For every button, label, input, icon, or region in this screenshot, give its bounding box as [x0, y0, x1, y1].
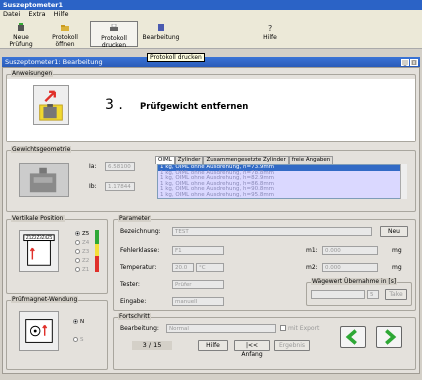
tab-oiml[interactable]: OIML [155, 156, 175, 164]
level-bar-green [95, 230, 99, 244]
folder-icon [61, 25, 69, 31]
new-test-icon [18, 23, 24, 31]
maximize-button[interactable]: □ [410, 59, 418, 66]
position-z4-radio[interactable]: Z4 [75, 240, 89, 246]
edit-icon [158, 24, 164, 31]
weigh-value-group: Wägewert Übernahme in [s] 5 Take [306, 278, 412, 306]
weight-list[interactable]: 1 kg, OIML ohne Ausdrehung, h=73.9mm 1 k… [157, 164, 407, 199]
print-protocol-button[interactable]: Protokoll drucken [90, 21, 138, 49]
start-button[interactable]: |<< Anfang [234, 340, 270, 358]
open-protocol-button[interactable]: Protokoll öffnen [42, 21, 88, 48]
arrow-left-icon [345, 329, 357, 345]
subwindow-title: Suszeptometer1: Bearbeitung _ □ [2, 57, 420, 67]
level-bar-yellow [95, 244, 99, 256]
tab-zylinder[interactable]: Zylinder [174, 156, 204, 164]
help-button[interactable]: ? Hilfe [258, 21, 282, 47]
minimize-button[interactable]: _ [401, 59, 409, 66]
position-group: Vertikale Position Z1Z2Z3Z4Z5 Z5 Z4 Z3 Z… [6, 215, 108, 294]
printer-icon [110, 24, 118, 31]
progress-group: Fortschritt Bearbeitung: Normal mit Expo… [113, 313, 416, 370]
next-step-button[interactable] [376, 326, 402, 348]
weigh-progress-field [311, 290, 365, 299]
main-panel: Anweisungen 3 . Prüfgewicht entfernen Ge… [2, 67, 420, 374]
tab-freie-angaben[interactable]: freie Angaben [288, 156, 334, 164]
new-test-button[interactable]: Neue Prüfung [2, 21, 40, 48]
window-title: Suszeptometer1 [0, 0, 422, 10]
bezeichnung-select[interactable]: TEST [172, 227, 372, 236]
position-z5-radio[interactable]: Z5 [75, 231, 89, 237]
weight-remove-icon [39, 90, 63, 121]
error-class-select[interactable]: F1 [172, 246, 224, 255]
position-z2-radio[interactable]: Z2 [75, 258, 89, 264]
instruction-text: Prüfgewicht entfernen [140, 102, 249, 112]
tab-zusammengesetzte-zylinder[interactable]: Zusammengesetzte Zylinder [203, 156, 289, 164]
oiml-weight-icon [29, 167, 57, 193]
menu-bar: Datei Extra Hilfe [0, 10, 422, 19]
step-counter: 3 / 15 [132, 341, 172, 350]
geometry-tabs: OIML Zylinder Zusammengesetzte Zylinder fre… [155, 155, 334, 164]
svg-text:?: ? [268, 24, 272, 32]
position-image: Z1Z2Z3Z4Z5 [19, 230, 59, 272]
help-action-button[interactable]: Hilfe [198, 340, 228, 351]
level-bar-red [95, 256, 99, 272]
weight-geometry-image [19, 163, 69, 197]
magnet-n-radio[interactable]: N [73, 319, 84, 325]
edit-button[interactable]: Bearbeitung [142, 21, 180, 47]
previous-step-button[interactable] [340, 326, 366, 348]
magnet-image [19, 311, 59, 351]
remove-weight-image [33, 85, 69, 125]
result-button[interactable]: Ergebnis [274, 340, 310, 351]
m2-field[interactable]: 0.000 [322, 263, 378, 272]
instructions-group: Anweisungen 3 . Prüfgewicht entfernen [6, 70, 416, 142]
menu-datei[interactable]: Datei [3, 10, 20, 18]
position-z3-radio[interactable]: Z3 [75, 249, 89, 255]
menu-extra[interactable]: Extra [28, 10, 45, 18]
position-z1-radio[interactable]: Z1 [75, 267, 89, 273]
list-scrollbar[interactable] [400, 164, 407, 199]
take-button[interactable]: Take [385, 289, 407, 300]
tester-field[interactable]: Prüfer [172, 280, 224, 289]
ib-field[interactable]: 1.17844 [105, 182, 135, 191]
menu-hilfe[interactable]: Hilfe [54, 10, 69, 18]
parameter-group: Parameter Bezeichnung: TEST Neu Fehlerkl… [113, 215, 416, 311]
m1-field[interactable]: 0.000 [322, 246, 378, 255]
geometry-group: Gewichtsgeometrie Ia: 6.58100 Ib: 1.1784… [6, 146, 416, 212]
temperature-unit-select[interactable]: °C [196, 263, 224, 272]
ia-field[interactable]: 6.58100 [105, 162, 135, 171]
input-mode-select[interactable]: manuell [172, 297, 224, 306]
processing-mode-select[interactable]: Normal [166, 324, 276, 333]
magnet-s-radio[interactable]: S [73, 337, 84, 343]
toolbar-tooltip: Protokoll drucken [147, 53, 205, 62]
weigh-seconds-field[interactable]: 5 [367, 290, 379, 299]
arrow-right-icon [385, 329, 397, 345]
step-number: 3 . [105, 97, 123, 113]
list-item[interactable]: 1 kg, OIML ohne Ausdrehung, h=95.8mm [158, 192, 406, 199]
new-button[interactable]: Neu [380, 226, 408, 237]
help-icon: ? [268, 24, 272, 32]
temperature-field[interactable]: 20.0 [172, 263, 194, 272]
toolbar: Neue Prüfung Protokoll öffnen Protokoll … [0, 19, 422, 49]
magnet-group: Prüfmagnet-Wendung N S [6, 296, 108, 370]
magnet-orientation-icon [25, 319, 53, 343]
export-checkbox[interactable] [280, 325, 286, 331]
